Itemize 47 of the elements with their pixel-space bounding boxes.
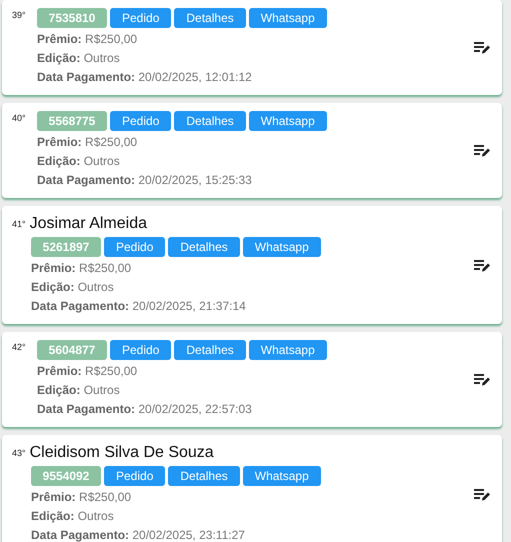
winner-name: Cleidisom Silva De Souza — [30, 443, 214, 463]
info-line: Prêmio: R$250,00 — [37, 134, 138, 151]
details-button[interactable]: Detalhes — [174, 8, 246, 28]
edit-list-icon[interactable] — [474, 488, 490, 500]
rank-label: 39° — [12, 10, 27, 20]
whatsapp-button[interactable]: Whatsapp — [248, 340, 327, 360]
order-button[interactable]: Pedido — [110, 111, 172, 131]
edit-list-icon[interactable] — [474, 373, 490, 386]
edit-list-icon[interactable] — [474, 144, 490, 157]
info-line: Prêmio: R$250,00 — [37, 31, 138, 48]
info-line: Data Pagamento: 20/02/2025, 23:11:27 — [31, 527, 246, 542]
info-line: Data Pagamento: 20/02/2025, 12:01:12 — [37, 69, 253, 86]
whatsapp-button[interactable]: Whatsapp — [248, 111, 327, 131]
whatsapp-button[interactable]: Whatsapp — [248, 8, 327, 28]
info-line: Edição: Outros — [37, 50, 121, 67]
rank-label: 40° — [12, 113, 27, 123]
code-badge: 5604877 — [37, 340, 107, 360]
info-line: Data Pagamento: 20/02/2025, 21:37:14 — [31, 298, 247, 315]
info-line: Prêmio: R$250,00 — [31, 489, 132, 506]
whatsapp-button[interactable]: Whatsapp — [242, 466, 321, 486]
rank-label: 43° — [12, 448, 26, 458]
code-badge: 5568775 — [37, 111, 107, 131]
code-badge: 7535810 — [37, 8, 107, 28]
order-button[interactable]: Pedido — [104, 466, 166, 486]
info-line: Edição: Outros — [37, 153, 121, 170]
info-line: Prêmio: R$250,00 — [37, 363, 138, 380]
code-badge: 9554092 — [31, 466, 101, 486]
details-button[interactable]: Detalhes — [174, 340, 246, 360]
code-badge: 5261897 — [31, 237, 101, 257]
details-button[interactable]: Detalhes — [168, 466, 240, 486]
edit-list-icon[interactable] — [474, 41, 490, 54]
info-line: Prêmio: R$250,00 — [31, 260, 132, 277]
order-button[interactable]: Pedido — [104, 237, 166, 257]
whatsapp-button[interactable]: Whatsapp — [242, 237, 321, 257]
details-button[interactable]: Detalhes — [174, 111, 246, 131]
details-button[interactable]: Detalhes — [168, 237, 240, 257]
order-button[interactable]: Pedido — [110, 340, 172, 360]
winner-name: Josimar Almeida — [30, 214, 147, 234]
rank-label: 42° — [12, 342, 27, 352]
order-button[interactable]: Pedido — [110, 8, 172, 28]
info-line: Data Pagamento: 20/02/2025, 22:57:03 — [37, 401, 253, 418]
info-line: Edição: Outros — [31, 279, 115, 296]
rank-label: 41° — [12, 219, 26, 229]
info-line: Edição: Outros — [37, 382, 121, 399]
edit-list-icon[interactable] — [474, 258, 490, 272]
info-line: Data Pagamento: 20/02/2025, 15:25:33 — [37, 172, 253, 189]
info-line: Edição: Outros — [31, 508, 115, 525]
